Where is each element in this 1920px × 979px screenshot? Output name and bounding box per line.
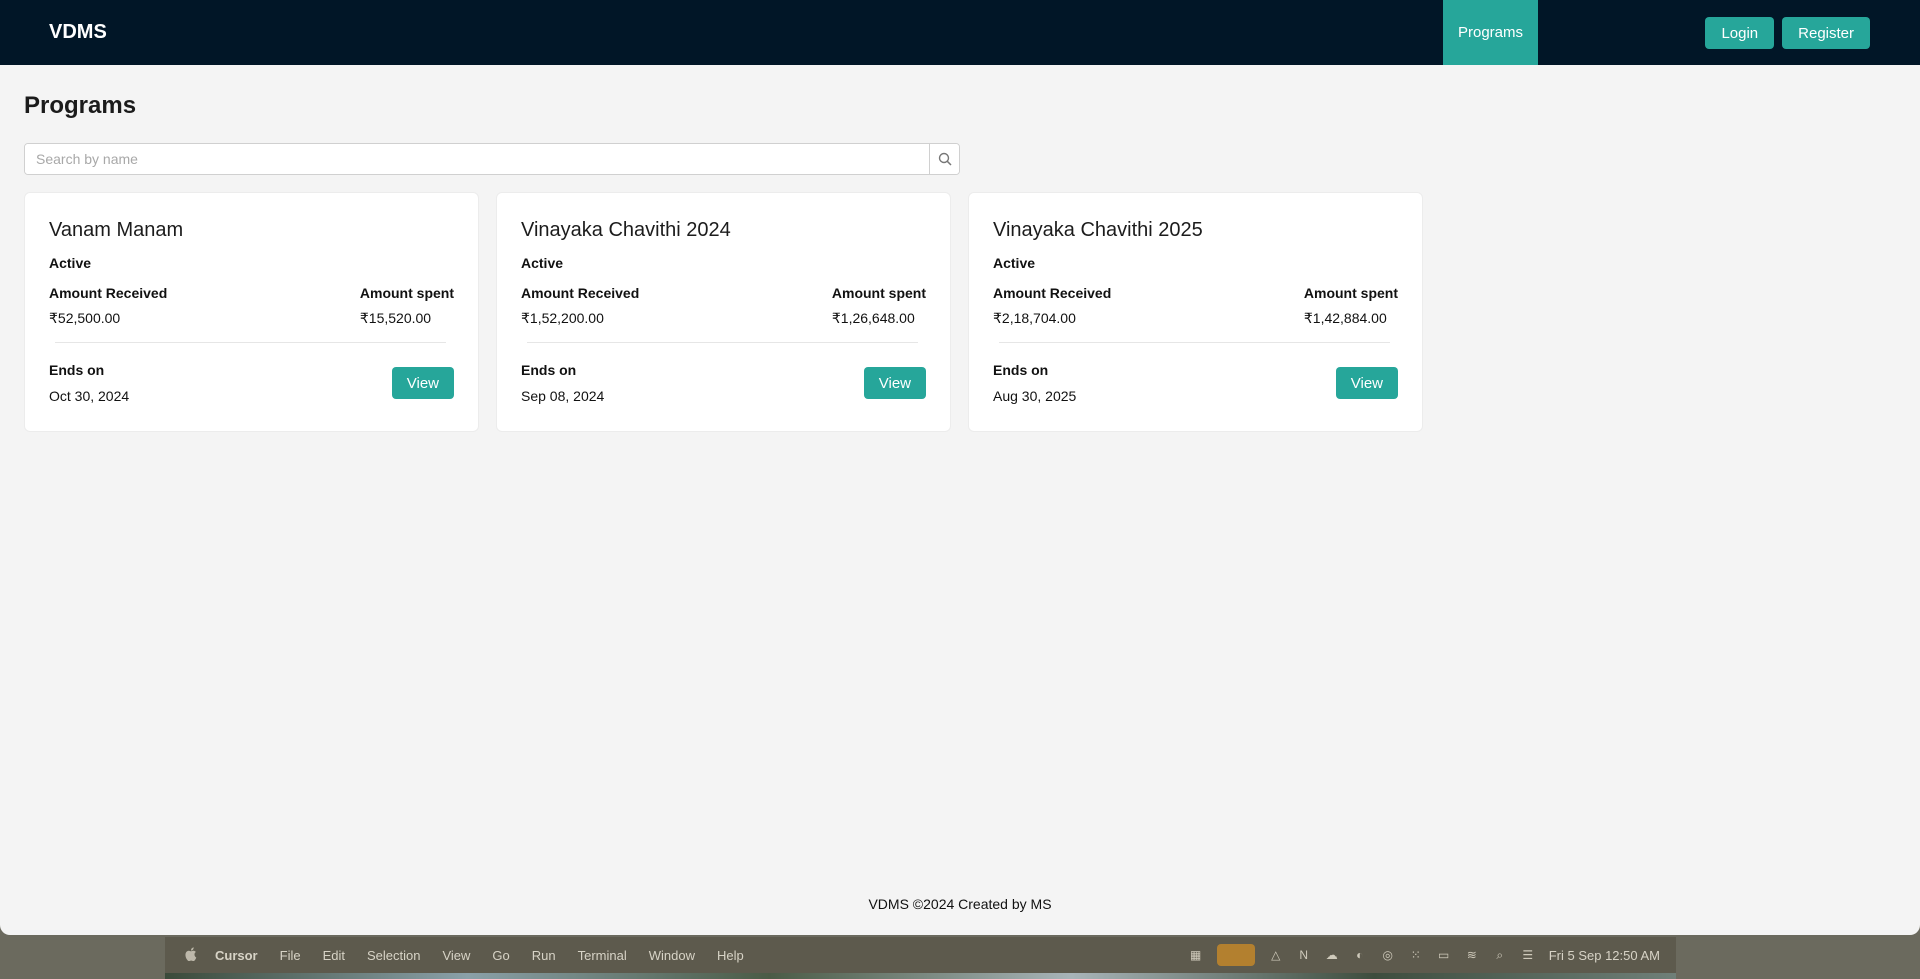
page-footer: VDMS ©2024 Created by MS (868, 896, 1052, 912)
menu-item-window[interactable]: Window (649, 948, 695, 963)
menubar-clock[interactable]: Fri 5 Sep 12:50 AM (1549, 948, 1660, 963)
spotlight-search-icon[interactable]: ⌕ (1493, 948, 1507, 962)
menu-item-go[interactable]: Go (492, 948, 509, 963)
grid-app-icon[interactable]: ▦ (1189, 948, 1203, 962)
view-button[interactable]: View (1335, 367, 1398, 399)
status-tray: ▦ △ N ☁ ◐ ◎ ⁙ ▭ ≋ ⌕ ☰ Fri 5 Sep 12:50 AM (1189, 937, 1660, 973)
ends-on-value: Oct 30, 2024 (49, 388, 130, 404)
macos-menubar: Cursor File Edit Selection View Go Run T… (165, 937, 1676, 973)
program-title: Vinayaka Chavithi 2024 (521, 219, 731, 241)
amount-spent-block: Amount spent ₹15,520.00 (360, 285, 454, 327)
card-footer: Ends on Oct 30, 2024 View (49, 362, 454, 404)
ends-on-block: Ends on Aug 30, 2025 (993, 362, 1076, 404)
amount-received-block: Amount Received ₹52,500.00 (49, 285, 167, 327)
browser-page: VDMS Programs Login Register Programs Va… (0, 0, 1920, 935)
amount-received-value: ₹52,500.00 (49, 310, 121, 326)
microphone-indicator[interactable] (1216, 944, 1255, 966)
amount-received-block: Amount Received ₹1,52,200.00 (521, 285, 639, 327)
amount-spent-label: Amount spent (359, 285, 454, 301)
status-label: Active (521, 255, 564, 271)
register-button[interactable]: Register (1782, 17, 1870, 49)
focus-icon[interactable]: ◎ (1381, 948, 1395, 962)
login-button[interactable]: Login (1705, 17, 1775, 49)
menu-item-view[interactable]: View (442, 948, 470, 963)
divider (527, 342, 918, 343)
amount-spent-label: Amount spent (1303, 285, 1398, 301)
cloud-icon[interactable]: ☁ (1325, 948, 1339, 962)
search-bar (24, 143, 960, 175)
wifi-icon[interactable]: ≋ (1465, 948, 1479, 962)
search-icon (938, 152, 952, 166)
menu-item-run[interactable]: Run (532, 948, 556, 963)
search-input[interactable] (25, 144, 929, 174)
search-button[interactable] (929, 144, 959, 174)
amount-spent-block: Amount spent ₹1,26,648.00 (832, 285, 926, 327)
amount-spent-block: Amount spent ₹1,42,884.00 (1304, 285, 1398, 327)
auth-buttons: Login Register (1705, 17, 1870, 49)
card-footer: Ends on Aug 30, 2025 View (993, 362, 1398, 404)
ends-on-block: Ends on Oct 30, 2024 (49, 362, 129, 404)
amount-received-label: Amount Received (993, 285, 1112, 301)
nav-tab-programs[interactable]: Programs (1443, 0, 1538, 65)
program-card: Vinayaka Chavithi 2025 Active Amount Rec… (968, 192, 1423, 432)
program-title: Vinayaka Chavithi 2025 (993, 219, 1203, 241)
ends-on-block: Ends on Sep 08, 2024 (521, 362, 604, 404)
amount-received-value: ₹1,52,200.00 (521, 310, 604, 326)
amounts-row: Amount Received ₹52,500.00 Amount spent … (49, 285, 454, 327)
amount-received-value: ₹2,18,704.00 (993, 310, 1076, 326)
menu-item-terminal[interactable]: Terminal (578, 948, 627, 963)
navbar: VDMS Programs Login Register (0, 0, 1920, 65)
status-label: Active (993, 255, 1036, 271)
main-content: Programs Vanam Manam Active Amount Recei… (0, 92, 1920, 432)
divider (55, 342, 446, 343)
contrast-icon[interactable]: ◐ (1353, 948, 1367, 962)
menu-item-help[interactable]: Help (717, 948, 744, 963)
amount-received-block: Amount Received ₹2,18,704.00 (993, 285, 1111, 327)
amount-spent-value: ₹1,26,648.00 (831, 310, 915, 326)
ends-on-label: Ends on (521, 362, 577, 378)
amounts-row: Amount Received ₹2,18,704.00 Amount spen… (993, 285, 1398, 327)
control-center-icon[interactable]: ☰ (1521, 948, 1535, 962)
menu-item-edit[interactable]: Edit (323, 948, 345, 963)
menu-item-file[interactable]: File (280, 948, 301, 963)
amounts-row: Amount Received ₹1,52,200.00 Amount spen… (521, 285, 926, 327)
desktop-wallpaper (165, 973, 1676, 979)
brand-logo[interactable]: VDMS (49, 0, 107, 65)
status-label: Active (49, 255, 92, 271)
ends-on-value: Aug 30, 2025 (993, 388, 1077, 404)
apple-icon[interactable] (185, 946, 197, 964)
amount-received-label: Amount Received (49, 285, 168, 301)
amount-spent-value: ₹1,42,884.00 (1303, 310, 1387, 326)
triangle-icon[interactable]: △ (1269, 948, 1283, 962)
page-title: Programs (24, 92, 137, 119)
card-footer: Ends on Sep 08, 2024 View (521, 362, 926, 404)
view-button[interactable]: View (863, 367, 926, 399)
battery-icon[interactable]: ▭ (1437, 948, 1451, 962)
ends-on-label: Ends on (993, 362, 1049, 378)
menu-item-selection[interactable]: Selection (367, 948, 420, 963)
amount-spent-value: ₹15,520.00 (359, 310, 432, 326)
amount-spent-label: Amount spent (831, 285, 926, 301)
ends-on-label: Ends on (49, 362, 105, 378)
ends-on-value: Sep 08, 2024 (521, 388, 605, 404)
menu-item-app[interactable]: Cursor (215, 948, 258, 963)
program-card: Vanam Manam Active Amount Received ₹52,5… (24, 192, 479, 432)
program-cards: Vanam Manam Active Amount Received ₹52,5… (24, 192, 1896, 432)
view-button[interactable]: View (391, 367, 454, 399)
program-card: Vinayaka Chavithi 2024 Active Amount Rec… (496, 192, 951, 432)
notion-icon[interactable]: N (1297, 948, 1311, 962)
dots-grid-icon[interactable]: ⁙ (1409, 948, 1423, 962)
program-title: Vanam Manam (49, 219, 184, 241)
amount-received-label: Amount Received (521, 285, 640, 301)
divider (999, 342, 1390, 343)
